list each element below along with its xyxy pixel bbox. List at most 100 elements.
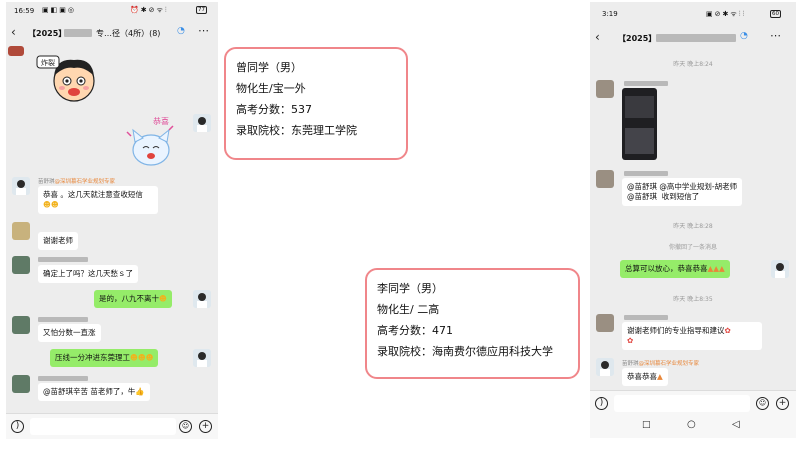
avatar[interactable]	[596, 314, 614, 332]
message-input[interactable]	[30, 418, 176, 435]
message-text: 恭喜 。这几天就注意查收短信	[43, 190, 143, 199]
message-text: 确定上了吗？这几天愁ｓ了	[43, 269, 133, 278]
voice-icon[interactable]: )	[595, 397, 608, 410]
nav-back-icon[interactable]: ◁	[732, 419, 740, 430]
chat-input-bar: ) ☺ +	[6, 413, 218, 439]
avatar[interactable]	[12, 316, 30, 334]
sender-label: 苗舒琪@深圳慕石学业规划专家	[38, 177, 115, 185]
avatar[interactable]	[12, 222, 30, 240]
message-text: 谢谢老师	[43, 236, 73, 245]
group-badge-icon: ◔	[740, 31, 748, 41]
teacher-avatar[interactable]	[193, 349, 211, 367]
student-name: 曾同学（男）	[236, 61, 302, 74]
signal-icons: ▣⊘✱ᯤ⫶⫶	[706, 10, 747, 18]
student-score: 高考分数：471	[377, 324, 453, 337]
message-bubble-sent[interactable]: 压线一分冲进东莞理工☻☻☻	[50, 349, 159, 367]
congrats-sticker-text: 恭喜	[153, 116, 169, 126]
voice-icon[interactable]: )	[11, 420, 24, 433]
sender-name: 苗舒琪	[622, 361, 639, 367]
avatar[interactable]	[596, 80, 614, 98]
flower-icon: ✿	[627, 336, 634, 345]
message-text: @苗舒琪 @高中学业规划-胡老师 @苗舒琪 收到短信了	[627, 182, 738, 201]
status-bar: 3:19 ▣⊘✱ᯤ⫶⫶ 60	[590, 2, 796, 20]
chat-title-bar: ‹ 【2025】 ◔ ⋯	[590, 26, 796, 52]
group-title-prefix: 【2025】	[28, 29, 67, 38]
smile-emoji-icon: ☻	[159, 294, 167, 303]
message-bubble[interactable]: 谢谢老师	[38, 232, 78, 250]
sender-label: 苗舒琪@深圳慕石学业规划专家	[622, 359, 699, 367]
teacher-avatar[interactable]	[596, 358, 614, 376]
left-chat-screenshot: 16:59 ▣◧▣◎ ⏰✱⊘ᯤ⫶ 77 ‹ 【2025】 专…径（4所）(8) …	[6, 2, 218, 439]
chat-title-bar: ‹ 【2025】 专…径（4所）(8) ◔ ⋯	[6, 20, 218, 46]
message-text: 压线一分冲进东莞理工	[55, 353, 130, 362]
message-bubble-sent[interactable]: 是的，八九不离十☻	[94, 290, 172, 308]
back-arrow-icon[interactable]: ‹	[11, 25, 16, 39]
message-text: @苗舒琪辛苦 苗老师了，牛	[43, 387, 136, 396]
more-options-icon[interactable]: ⋯	[198, 24, 209, 37]
redacted-name	[38, 376, 88, 381]
home-icon[interactable]: ○	[687, 419, 696, 430]
message-text: 谢谢老师们的专业指导和建议	[627, 326, 725, 335]
message-input[interactable]	[614, 395, 750, 412]
back-arrow-icon[interactable]: ‹	[595, 30, 600, 44]
smile-emoji-icon: ☻☻	[43, 200, 59, 209]
avatar[interactable]	[12, 256, 30, 274]
group-badge-icon: ◔	[177, 26, 185, 36]
congrats-cat-sticker: 恭喜	[121, 112, 181, 168]
status-bar: 16:59 ▣◧▣◎ ⏰✱⊘ᯤ⫶ 77	[6, 2, 218, 20]
message-bubble[interactable]: @苗舒琪辛苦 苗老师了，牛👍	[38, 383, 150, 401]
sticker-caption: 炸裂	[41, 58, 55, 67]
system-nav-bar: □ ○ ◁	[590, 416, 796, 438]
teacher-avatar[interactable]	[12, 177, 30, 195]
student-subjects: 物化生/ 二高	[377, 303, 440, 316]
redacted-name	[656, 34, 736, 42]
redacted-name	[624, 171, 668, 176]
cartoon-boy-sticker: 炸裂	[36, 54, 106, 104]
emoji-icon[interactable]: ☺	[756, 397, 769, 410]
battery-icon: 77	[196, 6, 207, 14]
teacher-avatar[interactable]	[771, 260, 789, 278]
message-bubble[interactable]: 恭喜 。这几天就注意查收短信 ☻☻	[38, 186, 158, 214]
student-card-2: 李同学（男） 物化生/ 二高 高考分数：471 录取院校：海南费尔德应用科技大学	[365, 268, 580, 379]
redacted-name	[38, 317, 88, 322]
teacher-avatar[interactable]	[193, 114, 211, 132]
add-icon[interactable]: +	[199, 420, 212, 433]
avatar	[8, 46, 24, 56]
message-bubble[interactable]: 恭喜恭喜▲	[622, 368, 668, 386]
party-emoji-icon: ▲	[657, 372, 663, 381]
status-time: 3:19	[602, 10, 618, 18]
sender-role: @深圳慕石学业规划专家	[638, 361, 700, 367]
signal-icons: ⏰✱⊘ᯤ⫶	[130, 6, 169, 14]
thumbs-up-icon: 👍	[135, 387, 145, 396]
right-chat-screenshot: 3:19 ▣⊘✱ᯤ⫶⫶ 60 ‹ 【2025】 ◔ ⋯ 昨天 晚上8:24 @苗…	[590, 2, 796, 438]
message-text: 是的，八九不离十	[99, 294, 159, 303]
message-text: 又怕分数一直涨	[43, 328, 96, 337]
status-time: 16:59	[14, 7, 35, 15]
message-bubble-sent[interactable]: 总算可以放心，恭喜恭喜▲▲▲	[620, 260, 730, 278]
teacher-avatar[interactable]	[193, 290, 211, 308]
student-subjects: 物化生/宝一外	[236, 82, 306, 95]
flower-icon: ✿	[724, 326, 731, 335]
redacted-name	[624, 81, 668, 86]
message-bubble[interactable]: 又怕分数一直涨	[38, 324, 101, 342]
message-bubble[interactable]: 谢谢老师们的专业指导和建议✿ ✿	[622, 322, 762, 350]
redacted-name	[38, 257, 88, 262]
avatar[interactable]	[596, 170, 614, 188]
add-icon[interactable]: +	[776, 397, 789, 410]
notification-icons: ▣◧▣◎	[42, 6, 76, 14]
more-options-icon[interactable]: ⋯	[770, 29, 781, 42]
student-school: 录取院校：东莞理工学院	[236, 124, 357, 137]
emoji-icon[interactable]: ☺	[179, 420, 192, 433]
timestamp: 昨天 晚上8:24	[673, 61, 713, 68]
redacted-name	[624, 315, 668, 320]
avatar[interactable]	[12, 375, 30, 393]
recent-apps-icon[interactable]: □	[642, 420, 651, 430]
phone-screenshot-image[interactable]	[622, 88, 657, 160]
student-school: 录取院校：海南费尔德应用科技大学	[377, 345, 553, 358]
message-bubble[interactable]: @苗舒琪 @高中学业规划-胡老师 @苗舒琪 收到短信了	[622, 178, 743, 206]
message-bubble[interactable]: 确定上了吗？这几天愁ｓ了	[38, 265, 138, 283]
message-text: 恭喜恭喜	[627, 372, 657, 381]
sender-role: @深圳慕石学业规划专家	[54, 179, 116, 185]
redacted-name	[64, 29, 92, 37]
group-title-prefix: 【2025】	[618, 34, 657, 43]
